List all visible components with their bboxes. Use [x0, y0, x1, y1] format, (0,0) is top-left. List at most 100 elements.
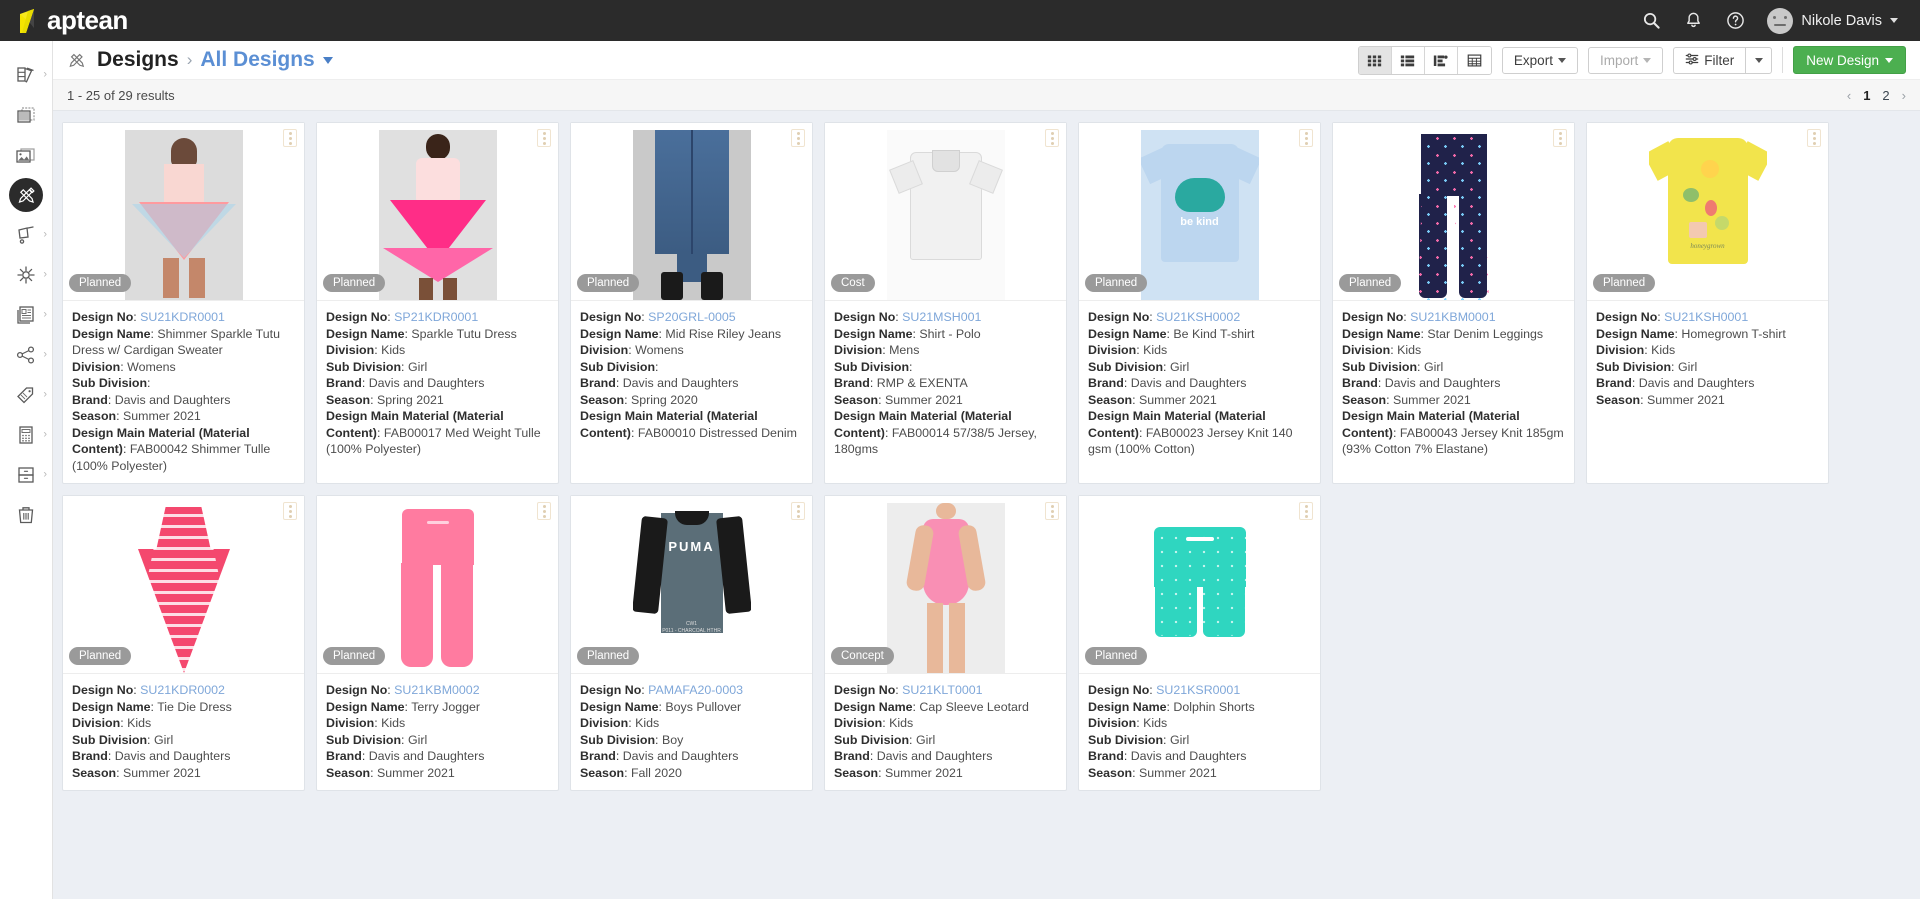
design-card[interactable]: be kind Planned Design No: SU21KSH0002 De… [1078, 122, 1321, 484]
card-menu-button[interactable] [283, 502, 297, 520]
design-no-value[interactable]: PAMAFA20-0003 [648, 683, 743, 697]
sidebar-item-costing[interactable]: › [0, 415, 52, 455]
card-division: Division: Kids [834, 716, 914, 730]
design-no-value[interactable]: SP21KDR0001 [394, 310, 478, 324]
design-thumbnail: PUMA CW1 P011 - CHARCOAL HTHR [632, 503, 751, 673]
design-no-value[interactable]: SU21KSR0001 [1156, 683, 1240, 697]
page-1-button[interactable]: 1 [1863, 88, 1870, 103]
design-card[interactable]: Planned Design No: SU21KBM0001 Design Nam… [1332, 122, 1575, 484]
card-design-no: Design No: SU21KSH0002 [1088, 310, 1241, 324]
card-menu-button[interactable] [791, 129, 805, 147]
card-sub-division: Sub Division: Girl [1342, 359, 1444, 374]
card-menu-button[interactable] [1553, 129, 1567, 147]
design-no-value[interactable]: SU21KDR0002 [140, 683, 225, 697]
next-page-button[interactable]: › [1902, 88, 1906, 103]
help-icon[interactable] [1725, 11, 1745, 31]
design-card[interactable]: Planned Design No: SP21KDR0001 Design Nam… [316, 122, 559, 484]
season-value: Summer 2021 [884, 765, 963, 780]
card-menu-button[interactable] [1045, 129, 1059, 147]
design-name-value: Terry Jogger [411, 699, 481, 714]
card-design-name: Design Name: Boys Pullover [580, 699, 742, 714]
top-bar: aptean Nikole Davis [0, 0, 1920, 41]
filter-dropdown-button[interactable] [1745, 46, 1773, 74]
sidebar-item-color-palette[interactable]: › [0, 55, 52, 95]
card-menu-button[interactable] [283, 129, 297, 147]
design-no-value[interactable]: SU21KLT0001 [902, 683, 982, 697]
page-2-button[interactable]: 2 [1882, 88, 1889, 103]
design-card[interactable]: Cost Design No: SU21MSH001 Design Name: S… [824, 122, 1067, 484]
sidebar-item-share[interactable]: › [0, 335, 52, 375]
card-design-no: Design No: SU21KSH0001 [1596, 310, 1749, 324]
user-menu[interactable]: Nikole Davis [1767, 7, 1898, 34]
season-value: Summer 2021 [1138, 392, 1217, 407]
sidebar-item-designs[interactable] [0, 175, 52, 215]
design-no-value[interactable]: SU21KSH0002 [1156, 310, 1240, 324]
filter-button[interactable]: Filter [1673, 46, 1746, 74]
sidebar-item-images[interactable] [0, 135, 52, 175]
sidebar-item-fabric-swatches[interactable] [0, 95, 52, 135]
card-design-no: Design No: SU21KDR0002 [72, 683, 225, 697]
design-card[interactable]: Planned Design No: SU21KDR0001 Design Nam… [62, 122, 305, 484]
brand-value: Davis and Daughters [1130, 749, 1247, 763]
prev-page-button[interactable]: ‹ [1847, 88, 1851, 103]
export-button[interactable]: Export [1501, 46, 1578, 74]
card-season: Season: Spring 2021 [326, 392, 444, 407]
card-menu-button[interactable] [537, 502, 551, 520]
design-card[interactable]: Concept Design No: SU21KLT0001 Design Nam… [824, 495, 1067, 791]
design-thumbnail [1394, 130, 1513, 300]
design-no-value[interactable]: SU21KBM0001 [1410, 310, 1495, 324]
division-value: Womens [635, 343, 684, 357]
sidebar-item-archive[interactable]: › [0, 455, 52, 495]
design-card[interactable]: Planned Design No: SU21KSR0001 Design Nam… [1078, 495, 1321, 791]
card-design-name: Design Name: Mid Rise Riley Jeans [580, 326, 782, 341]
design-name-value: Sparkle Tutu Dress [411, 326, 517, 341]
design-no-value[interactable]: SU21MSH001 [902, 310, 981, 324]
card-menu-button[interactable] [791, 502, 805, 520]
card-design-name: Design Name: Shirt - Polo [834, 326, 981, 341]
breadcrumb-current[interactable]: All Designs [200, 48, 314, 72]
card-media: Planned [1333, 123, 1574, 301]
brand-logo[interactable]: aptean [0, 5, 200, 36]
design-card[interactable]: honeygrown Planned Design No: SU21KSH000… [1586, 122, 1829, 484]
new-design-button[interactable]: New Design [1793, 46, 1906, 74]
chevron-right-icon: › [43, 388, 47, 401]
design-card[interactable]: Planned Design No: SP20GRL-0005 Design Na… [570, 122, 813, 484]
design-card[interactable]: PUMA CW1 P011 - CHARCOAL HTHR Planned Des… [570, 495, 813, 791]
design-no-value[interactable]: SU21KDR0001 [140, 310, 225, 324]
card-menu-button[interactable] [1299, 129, 1313, 147]
search-icon[interactable] [1641, 11, 1661, 31]
card-season: Season: Summer 2021 [1342, 392, 1471, 407]
card-menu-button[interactable] [1299, 502, 1313, 520]
sidebar-item-trash[interactable] [0, 495, 52, 535]
sidebar-item-sourcing[interactable]: › [0, 215, 52, 255]
card-design-name: Design Name: Terry Jogger [326, 699, 481, 714]
season-value: Spring 2021 [376, 392, 444, 407]
brand-value: RMP & EXENTA [876, 376, 968, 390]
filter-icon [1685, 52, 1699, 69]
design-card[interactable]: Planned Design No: SU21KDR0002 Design Nam… [62, 495, 305, 791]
design-card[interactable]: Planned Design No: SU21KBM0002 Design Nam… [316, 495, 559, 791]
card-division: Division: Kids [1596, 343, 1676, 357]
card-menu-button[interactable] [1807, 129, 1821, 147]
card-sub-division: Sub Division: Girl [1088, 359, 1190, 374]
bell-icon[interactable] [1683, 11, 1703, 31]
designs-grid-scroll[interactable]: Planned Design No: SU21KDR0001 Design Nam… [53, 112, 1920, 899]
card-menu-button[interactable] [1045, 502, 1059, 520]
card-division: Division: Kids [326, 716, 406, 730]
chevron-down-icon[interactable] [322, 56, 333, 64]
card-menu-button[interactable] [537, 129, 551, 147]
grid-view-button[interactable] [1358, 46, 1392, 74]
division-value: Kids [635, 716, 660, 730]
breadcrumb-root[interactable]: Designs [97, 48, 179, 72]
sidebar-item-labels[interactable]: › [0, 375, 52, 415]
list-view-button[interactable] [1391, 46, 1425, 74]
board-view-button[interactable] [1424, 46, 1458, 74]
sidebar-item-testing[interactable]: › [0, 255, 52, 295]
design-no-value[interactable]: SU21KBM0002 [394, 683, 479, 697]
table-view-button[interactable] [1457, 46, 1491, 74]
sidebar-item-documents[interactable]: › [0, 295, 52, 335]
design-no-value[interactable]: SU21KSH0001 [1664, 310, 1748, 324]
import-button[interactable]: Import [1587, 46, 1664, 74]
design-no-value[interactable]: SP20GRL-0005 [648, 310, 735, 324]
sub-division-value: Girl [1169, 732, 1190, 747]
